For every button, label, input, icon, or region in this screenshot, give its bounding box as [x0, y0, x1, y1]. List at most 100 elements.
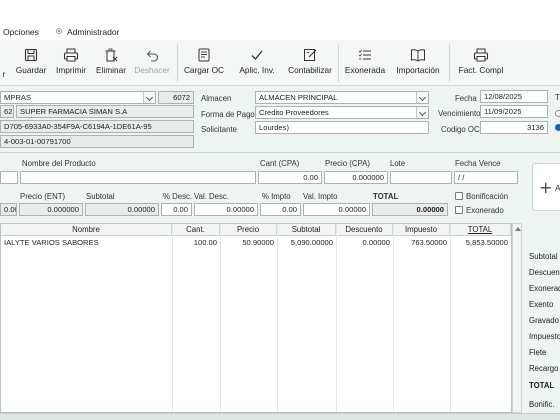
delete-icon — [105, 48, 118, 62]
almacen-label: Almacen — [201, 94, 232, 103]
totals-recargo-label: Recargo — [529, 364, 559, 373]
order-document-icon — [198, 48, 210, 62]
product-code-input[interactable] — [0, 171, 18, 184]
grid-column-line — [450, 224, 451, 412]
aplic-inv-button[interactable]: Aplic. Inv. — [235, 44, 279, 82]
exonerada-button[interactable]: Exonerada — [342, 44, 388, 82]
chevron-down-icon[interactable] — [416, 107, 428, 118]
scroll-up-icon[interactable] — [515, 227, 521, 231]
grid-column-line — [220, 224, 221, 412]
deshacer-label: Deshacer — [134, 65, 170, 75]
val-impto-input[interactable]: 0.00000 — [303, 203, 370, 216]
pct-desc-label: % Desc. — [163, 192, 193, 201]
total-field: 0.00000 — [372, 203, 448, 216]
solicitante-input[interactable]: Lourdes) — [255, 121, 429, 134]
row-precio: 50.90000 — [242, 238, 274, 247]
toolbar-separator — [177, 44, 178, 82]
col-nombre[interactable]: Nombre — [1, 224, 172, 236]
lote-label: Lote — [390, 159, 406, 168]
subtotal-field: 0.00000 — [85, 203, 159, 216]
ledger-edit-icon — [303, 49, 316, 61]
fact-compl-button[interactable]: Fact. Compl — [453, 44, 509, 82]
row-descuento: 0.00000 — [362, 238, 390, 247]
val-impto-label: Val. Impto — [303, 192, 338, 201]
eliminar-button[interactable]: Eliminar — [93, 44, 129, 82]
importacion-button[interactable]: Importación — [392, 44, 444, 82]
val-desc-input[interactable]: 0.00000 — [194, 203, 258, 216]
grid-scrollbar[interactable] — [512, 223, 522, 413]
proveedor-code-field: 62 — [0, 105, 14, 118]
plus-icon: + — [539, 178, 553, 197]
cargar-oc-button[interactable]: Cargar OC — [182, 44, 226, 82]
menu-administrador[interactable]: Administrador — [67, 27, 119, 37]
bonificacion-checkbox[interactable] — [455, 192, 463, 200]
deshacer-button[interactable]: Deshacer — [132, 44, 172, 82]
precio-cpa-input[interactable]: 0.000000 — [324, 171, 388, 184]
tipo-compra-select[interactable]: MPRAS — [0, 91, 156, 104]
col-impuesto[interactable]: Impuesto — [393, 224, 450, 236]
section-divider — [0, 152, 560, 153]
cant-cpa-input[interactable]: 0.00 — [258, 171, 322, 184]
col-subtotal[interactable]: Subtotal — [277, 224, 336, 236]
grid-column-line — [277, 224, 278, 412]
toolbar: r Guardar Imprimir Eliminar Deshacer Car… — [0, 40, 560, 86]
nombre-producto-input[interactable] — [20, 171, 256, 184]
fecha-input[interactable]: 12/08/2025 — [480, 90, 548, 103]
grid-column-line — [336, 224, 337, 412]
totals-bonific-label: Bonific. — [529, 400, 555, 409]
printer-icon — [473, 48, 489, 62]
row-subtotal: 5,090.00000 — [290, 238, 333, 247]
almacen-select[interactable]: ALMACEN PRINCIPAL — [255, 91, 429, 104]
toolbar-separator — [449, 44, 450, 82]
grid-header: Nombre Cant. Precio Subtotal Descuento I… — [1, 224, 511, 236]
checkmark-icon — [251, 50, 263, 60]
add-item-button[interactable]: + A — [532, 163, 560, 211]
exonerado-label: Exonerado — [466, 206, 504, 215]
lote-input[interactable] — [390, 171, 452, 184]
codigo-oc-input[interactable]: 3136 — [480, 121, 548, 134]
row-nombre: IALYTE VARIOS SABORES — [4, 238, 99, 247]
row-impuesto: 763.50000 — [411, 238, 447, 247]
fact-compl-label: Fact. Compl — [458, 65, 504, 75]
menu-opciones[interactable]: Opciones — [3, 27, 39, 37]
list-icon — [358, 49, 371, 60]
subtotal-label: Subtotal — [86, 192, 115, 201]
right-cut-label: T — [555, 93, 560, 102]
guardar-label: Guardar — [15, 65, 47, 75]
chevron-down-icon[interactable] — [143, 92, 155, 103]
book-icon — [411, 49, 425, 62]
solicitante-label: Solicitante — [201, 125, 237, 134]
fecha-vence-label: Fecha Vence — [455, 159, 501, 168]
imprimir-label: Imprimir — [56, 65, 86, 75]
fecha-vence-input[interactable]: / / — [454, 171, 518, 184]
forma-pago-label: Forma de Pago — [201, 110, 255, 119]
tipo-compra-value: MPRAS — [4, 93, 32, 102]
option-radio[interactable] — [555, 110, 560, 117]
contabilizar-button[interactable]: Contabilizar — [285, 44, 335, 82]
forma-pago-select[interactable]: Credito Proveedores — [255, 106, 429, 119]
imprimir-button[interactable]: Imprimir — [52, 44, 90, 82]
exonerado-checkbox[interactable] — [455, 206, 463, 214]
precio-ent-field: 0.000000 — [19, 203, 83, 216]
pct-impto-label: % Impto — [262, 192, 291, 201]
exonerada-label: Exonerada — [344, 65, 386, 75]
cant-cpa-label: Cant (CPA) — [260, 159, 300, 168]
option-radio-selected[interactable] — [555, 124, 560, 131]
guardar-button[interactable]: Guardar — [12, 44, 50, 82]
col-descuento[interactable]: Descuento — [336, 224, 393, 236]
cut-off-button[interactable]: r — [0, 44, 10, 82]
table-row[interactable]: IALYTE VARIOS SABORES 100.00 50.90000 5,… — [1, 237, 511, 249]
chevron-down-icon[interactable] — [416, 92, 428, 103]
pct-desc-input[interactable]: 0.00 — [161, 203, 192, 216]
grid-column-line — [393, 224, 394, 412]
tipo-number-field: 6072 — [158, 91, 194, 104]
bonificacion-label: Bonificación — [466, 192, 509, 201]
col-precio[interactable]: Precio — [220, 224, 277, 236]
col-cant[interactable]: Cant. — [172, 224, 220, 236]
proveedor-name-field: SUPER FARMACIA SIMAN S.A — [16, 105, 194, 118]
items-grid[interactable]: Nombre Cant. Precio Subtotal Descuento I… — [0, 223, 512, 413]
status-strip — [0, 413, 560, 420]
vencimiento-input[interactable]: 11/09/2025 — [480, 105, 548, 118]
col-total[interactable]: TOTAL — [450, 224, 511, 236]
pct-impto-input[interactable]: 0.00 — [260, 203, 301, 216]
